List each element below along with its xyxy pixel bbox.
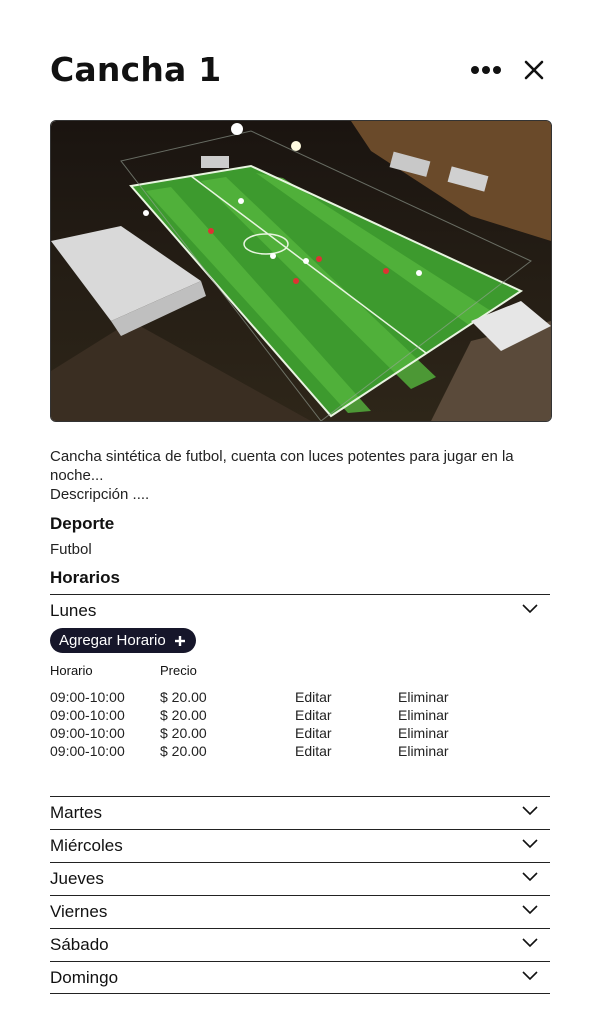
add-schedule-button[interactable]: Agregar Horario	[50, 628, 196, 653]
court-description: Cancha sintética de futbol, cuenta con l…	[50, 447, 555, 504]
field-photo-image	[51, 121, 551, 421]
column-header-price: Precio	[160, 663, 197, 678]
close-icon	[524, 60, 544, 80]
schedule-price: $ 20.00	[160, 725, 207, 741]
schedule-row: 09:00-10:00 $ 20.00 Editar Eliminar	[50, 743, 470, 761]
edit-link[interactable]: Editar	[295, 743, 332, 759]
chevron-down-icon	[522, 839, 538, 849]
schedule-time: 09:00-10:00	[50, 707, 125, 723]
day-row-martes[interactable]: Martes	[50, 796, 550, 830]
day-row-domingo[interactable]: Domingo	[50, 961, 550, 995]
day-label: Martes	[50, 803, 102, 822]
schedule-row: 09:00-10:00 $ 20.00 Editar Eliminar	[50, 689, 470, 707]
edit-link[interactable]: Editar	[295, 707, 332, 723]
close-button[interactable]	[518, 58, 550, 82]
schedule-row: 09:00-10:00 $ 20.00 Editar Eliminar	[50, 725, 470, 743]
delete-link[interactable]: Eliminar	[398, 689, 449, 705]
day-row-lunes[interactable]: Lunes	[50, 594, 550, 628]
chevron-down-icon	[522, 806, 538, 816]
header-actions	[470, 58, 550, 82]
day-row-sabado[interactable]: Sábado	[50, 928, 550, 962]
day-label: Lunes	[50, 601, 97, 620]
day-row-jueves[interactable]: Jueves	[50, 862, 550, 896]
description-text: Cancha sintética de futbol, cuenta con l…	[50, 448, 514, 484]
day-row-viernes[interactable]: Viernes	[50, 895, 550, 929]
schedule-price: $ 20.00	[160, 689, 207, 705]
sport-label: Deporte	[50, 514, 115, 533]
chevron-down-icon	[522, 604, 538, 614]
chevron-down-icon	[522, 938, 538, 948]
schedules-label: Horarios	[50, 568, 120, 587]
schedule-time: 09:00-10:00	[50, 725, 125, 741]
day-label: Domingo	[50, 968, 119, 987]
sport-value: Futbol	[50, 541, 92, 558]
delete-link[interactable]: Eliminar	[398, 707, 449, 723]
description-extra: Descripción ....	[50, 486, 150, 503]
day-label: Viernes	[50, 902, 108, 921]
schedule-time: 09:00-10:00	[50, 743, 125, 759]
add-schedule-label: Agregar Horario	[59, 632, 166, 649]
day-row-miercoles[interactable]: Miércoles	[50, 829, 550, 863]
more-horizontal-icon	[471, 66, 501, 74]
schedule-price: $ 20.00	[160, 743, 207, 759]
chevron-down-icon	[522, 971, 538, 981]
edit-link[interactable]: Editar	[295, 689, 332, 705]
chevron-down-icon	[522, 872, 538, 882]
delete-link[interactable]: Eliminar	[398, 725, 449, 741]
more-options-button[interactable]	[470, 58, 502, 82]
plus-icon	[174, 635, 185, 646]
schedule-time: 09:00-10:00	[50, 689, 125, 705]
edit-link[interactable]: Editar	[295, 725, 332, 741]
schedule-row: 09:00-10:00 $ 20.00 Editar Eliminar	[50, 707, 470, 725]
delete-link[interactable]: Eliminar	[398, 743, 449, 759]
divider	[50, 993, 550, 994]
field-photo	[50, 120, 552, 422]
day-label: Sábado	[50, 935, 109, 954]
day-label: Miércoles	[50, 836, 123, 855]
page-title: Cancha 1	[50, 50, 222, 89]
column-header-time: Horario	[50, 663, 93, 678]
schedule-price: $ 20.00	[160, 707, 207, 723]
day-label: Jueves	[50, 869, 104, 888]
chevron-down-icon	[522, 905, 538, 915]
header: Cancha 1	[50, 48, 550, 92]
